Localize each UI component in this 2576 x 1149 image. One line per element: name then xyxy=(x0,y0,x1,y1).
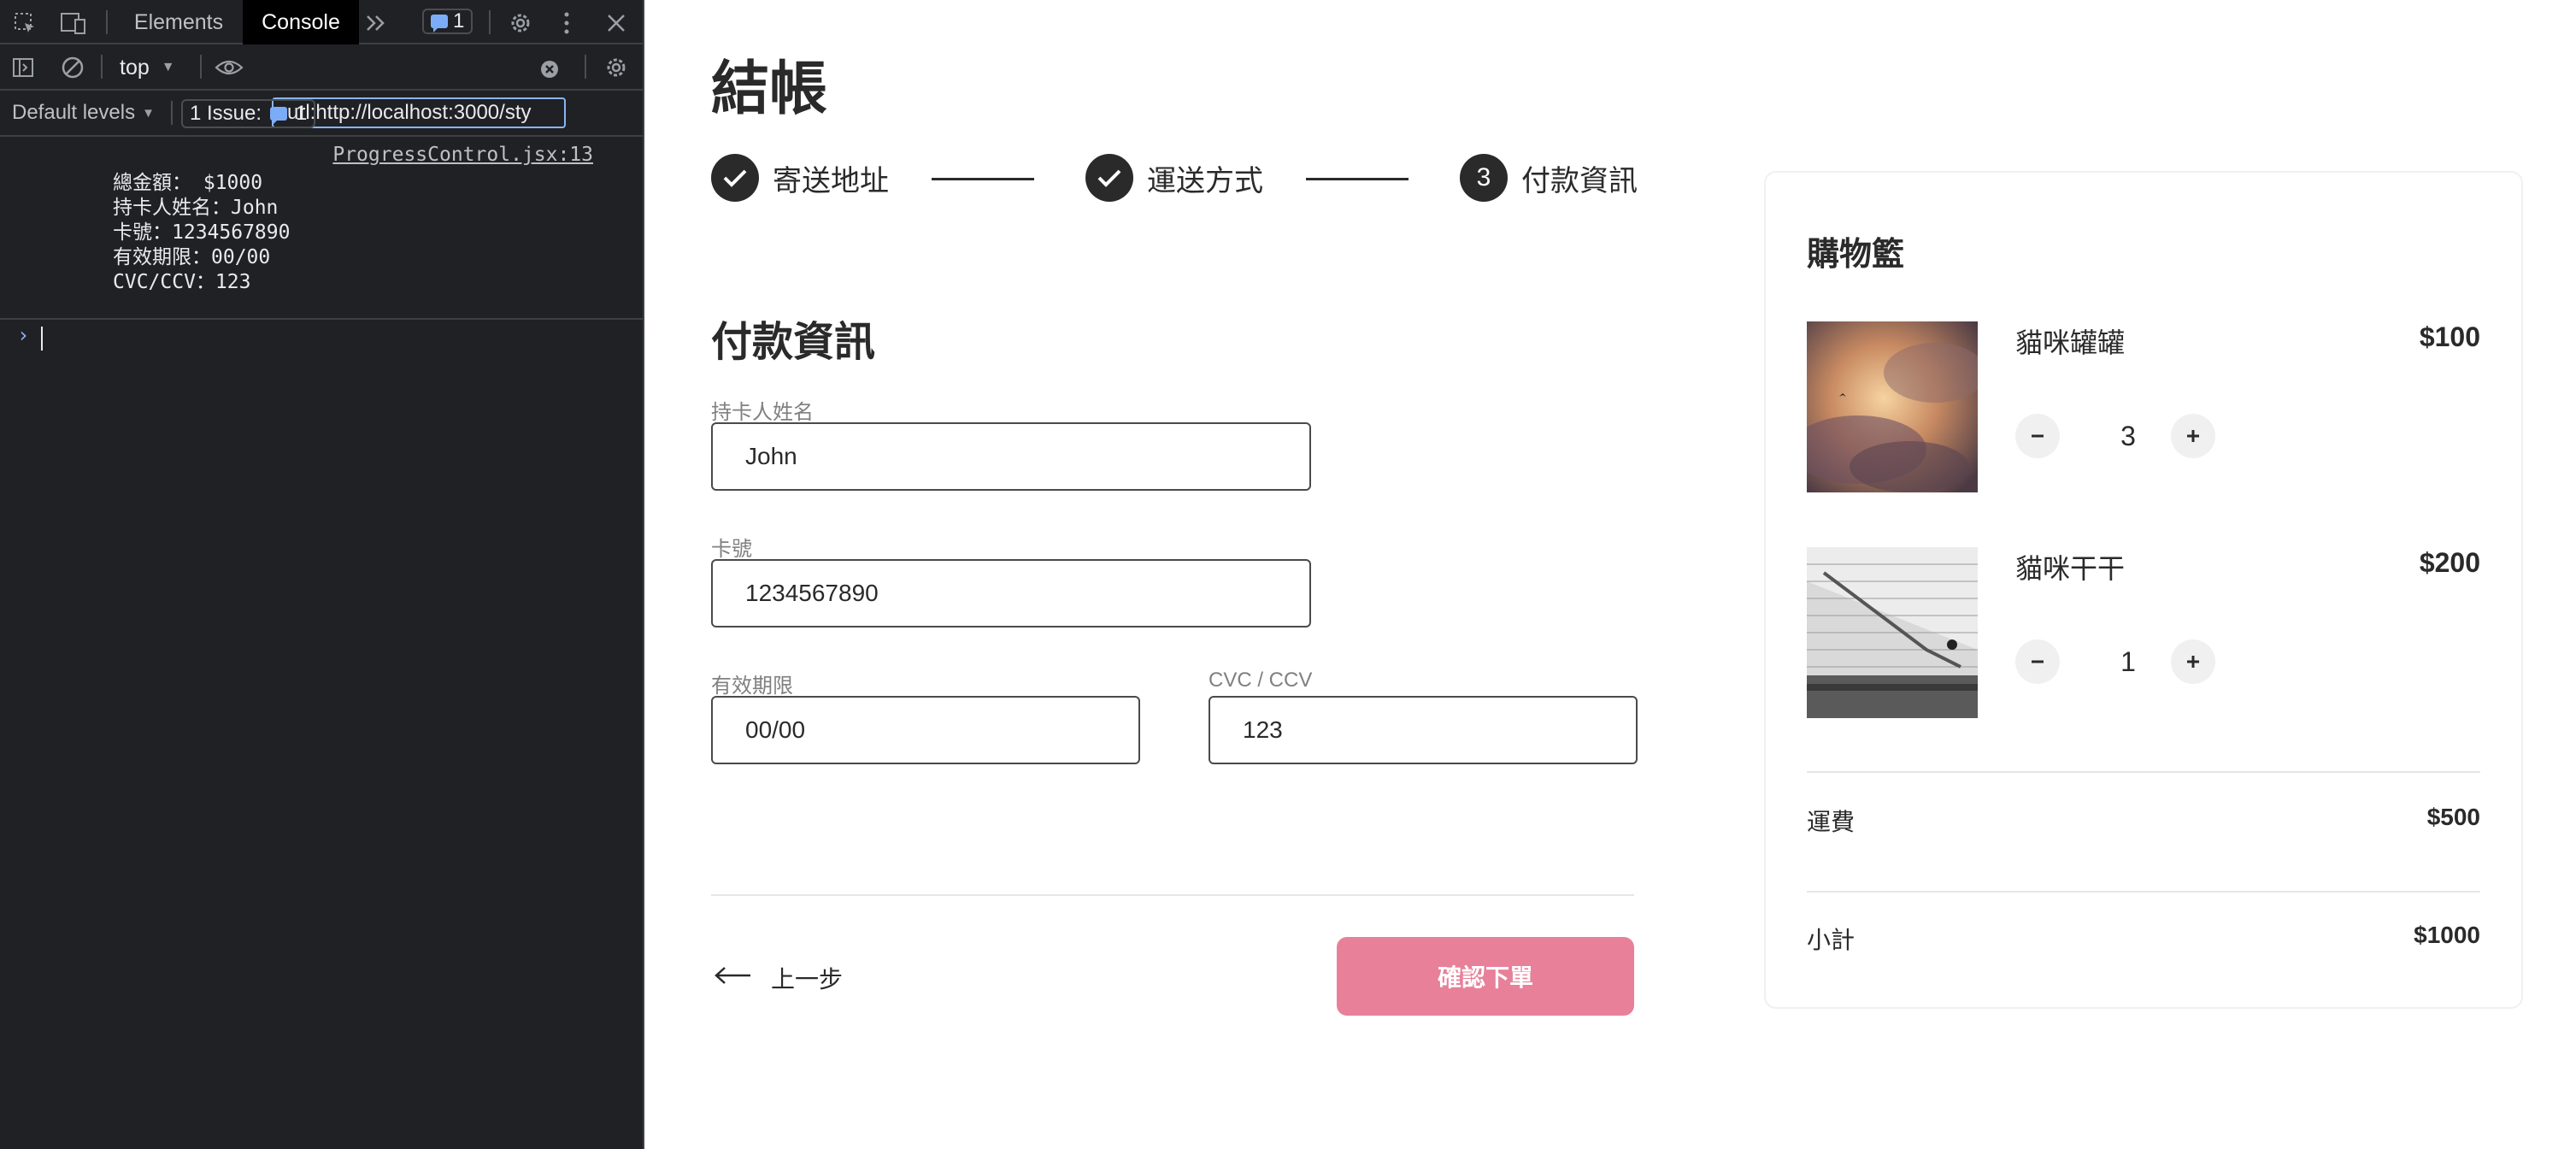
dropdown-arrow-icon: ▼ xyxy=(142,105,155,121)
subtotal-label: 小計 xyxy=(1807,927,1856,953)
more-tabs-icon[interactable] xyxy=(361,9,391,38)
devtools-panel: Elements Console 1 top ▼ -url:http://loc… xyxy=(0,0,644,1149)
step-shipping-address: 寄送地址 xyxy=(711,154,889,202)
decrease-qty-button[interactable] xyxy=(2015,639,2060,684)
item-name: 貓咪罐罐 xyxy=(2015,327,2126,358)
issues-button-count: 1 xyxy=(296,102,308,125)
confirm-order-button[interactable]: 確認下單 xyxy=(1337,937,1634,1016)
console-toolbar: top ▼ -url:http://localhost:3000/sty xyxy=(0,44,643,128)
message-icon xyxy=(270,107,288,125)
message-icon xyxy=(431,15,448,32)
device-toolbar-icon[interactable] xyxy=(58,9,89,38)
page-title: 結帳 xyxy=(711,56,828,121)
expiry-field[interactable]: 00/00 xyxy=(711,696,1140,764)
issues-button-label: 1 Issue: xyxy=(190,102,262,125)
cart-divider xyxy=(1807,891,2480,893)
log-source-link[interactable]: ProgressControl.jsx:13 xyxy=(332,144,593,166)
card-number-field[interactable]: 1234567890 xyxy=(711,559,1311,628)
decrease-qty-button[interactable] xyxy=(2015,414,2060,458)
console-levels-bar: Default levels ▼ 1 Issue: 1 xyxy=(0,91,643,137)
item-name: 貓咪干干 xyxy=(2015,553,2126,584)
inspect-icon[interactable] xyxy=(10,9,39,38)
context-label: top xyxy=(120,55,150,80)
tab-separator xyxy=(489,10,491,34)
shipping-value: $500 xyxy=(2426,804,2480,830)
clear-filter-icon[interactable] xyxy=(538,58,561,80)
sidebar-icon[interactable] xyxy=(9,53,38,82)
tab-elements[interactable]: Elements xyxy=(123,0,234,44)
item-price: $200 xyxy=(2419,547,2480,578)
default-levels-dropdown[interactable]: Default levels ▼ xyxy=(12,99,155,127)
increase-qty-button[interactable] xyxy=(2171,414,2215,458)
section-title: 付款資訊 xyxy=(711,320,876,365)
default-levels-label: Default levels xyxy=(12,101,136,124)
back-button[interactable]: 上一步 xyxy=(715,958,843,999)
issues-badge[interactable]: 1 xyxy=(422,9,473,34)
product-image xyxy=(1807,321,1978,492)
shipping-label: 運費 xyxy=(1807,809,1856,835)
step-payment: 3 付款資訊 xyxy=(1460,154,1638,202)
console-input-caret[interactable] xyxy=(41,327,43,351)
cvc-label: CVC / CCV xyxy=(1209,669,1313,692)
levels-separator xyxy=(171,101,173,125)
checkout-page: 結帳 寄送地址 運送方式 3 付款資訊 付款資訊 持卡人姓名 John 卡號 1… xyxy=(646,0,2576,1149)
toolbar-separator xyxy=(200,55,202,79)
issues-button[interactable]: 1 Issue: 1 xyxy=(181,99,316,128)
item-price: $100 xyxy=(2419,321,2480,352)
log-line: CVC/CCV：123 xyxy=(113,271,251,293)
close-icon[interactable] xyxy=(600,7,632,39)
cart-title: 購物籃 xyxy=(1807,237,1905,273)
step-connector xyxy=(932,178,1034,180)
item-quantity: 1 xyxy=(2120,646,2136,677)
devtools-tab-bar: Elements Console 1 xyxy=(0,0,643,44)
kebab-menu-icon[interactable] xyxy=(554,7,579,39)
check-icon xyxy=(1085,154,1133,202)
issues-badge-count: 1 xyxy=(453,9,465,32)
subtotal-value: $1000 xyxy=(2414,922,2480,948)
step-connector xyxy=(1306,178,1409,180)
toolbar-separator xyxy=(101,55,103,79)
step-number: 3 xyxy=(1460,154,1508,202)
shopping-cart: 購物籃 貓咪罐罐 $100 3 貓咪干干 $200 1 運費 $500 小計 $… xyxy=(1764,171,2523,1009)
back-button-label: 上一步 xyxy=(771,966,844,993)
eye-icon[interactable] xyxy=(212,53,246,82)
step-label: 寄送地址 xyxy=(773,164,889,197)
console-settings-icon[interactable] xyxy=(600,51,632,84)
context-selector[interactable]: top ▼ xyxy=(120,53,175,82)
cardholder-label: 持卡人姓名 xyxy=(711,401,814,424)
expiry-label: 有效期限 xyxy=(711,675,793,698)
tab-separator xyxy=(106,10,108,34)
console-message: ProgressControl.jsx:13 總金額： $1000 持卡人姓名：… xyxy=(0,137,643,320)
check-icon xyxy=(711,154,759,202)
settings-icon[interactable] xyxy=(504,7,537,39)
cardholder-field[interactable]: John xyxy=(711,422,1311,491)
tab-console[interactable]: Console xyxy=(243,0,359,44)
step-label: 運送方式 xyxy=(1147,164,1263,197)
step-label: 付款資訊 xyxy=(1521,164,1638,197)
item-quantity: 3 xyxy=(2120,421,2136,451)
cart-divider xyxy=(1807,771,2480,773)
form-divider xyxy=(711,894,1634,896)
increase-qty-button[interactable] xyxy=(2171,639,2215,684)
arrow-left-icon xyxy=(715,964,752,992)
step-shipping-method: 運送方式 xyxy=(1085,154,1263,202)
card-number-label: 卡號 xyxy=(711,538,752,561)
console-prompt-icon: › xyxy=(17,323,30,347)
cvc-field[interactable]: 123 xyxy=(1209,696,1638,764)
clear-console-icon[interactable] xyxy=(58,53,87,82)
toolbar-separator xyxy=(585,55,586,79)
product-image xyxy=(1807,547,1978,718)
dropdown-arrow-icon: ▼ xyxy=(161,60,175,74)
